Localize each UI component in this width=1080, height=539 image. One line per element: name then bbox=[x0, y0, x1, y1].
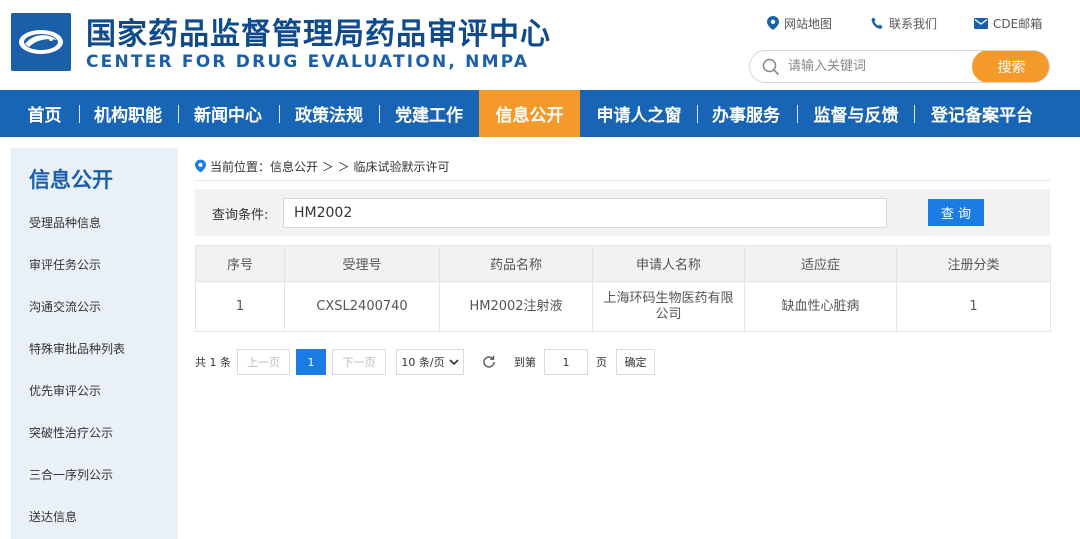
sidebar-item-accepted-varieties[interactable]: 受理品种信息 bbox=[29, 214, 101, 231]
main-nav: 首页 机构职能 新闻中心 政策法规 党建工作 信息公开 申请人之窗 办事服务 监… bbox=[0, 90, 1080, 137]
results-table: 序号 受理号 药品名称 申请人名称 适应症 注册分类 1 CXSL2400740… bbox=[195, 245, 1051, 332]
goto-confirm-button[interactable]: 确定 bbox=[616, 349, 655, 375]
nav-divider bbox=[797, 105, 798, 123]
query-input[interactable] bbox=[283, 198, 887, 228]
sidebar-item-priority-review[interactable]: 优先审评公示 bbox=[29, 382, 101, 399]
nav-item-policy[interactable]: 政策法规 bbox=[289, 90, 369, 137]
pager-next-button[interactable]: 下一页 bbox=[332, 349, 386, 375]
cell-registration-class: 1 bbox=[896, 281, 1051, 332]
sidebar-item-communication[interactable]: 沟通交流公示 bbox=[29, 298, 101, 315]
sitemap-link[interactable]: 网站地图 bbox=[767, 14, 832, 32]
site-header: 国家药品监督管理局药品审评中心 CENTER FOR DRUG EVALUATI… bbox=[0, 0, 1080, 88]
search-button[interactable]: 搜索 bbox=[972, 51, 1049, 82]
query-button[interactable]: 查 询 bbox=[928, 199, 984, 226]
cell-applicant: 上海环码生物医药有限公司 bbox=[592, 281, 745, 332]
col-header-indication: 适应症 bbox=[744, 245, 897, 282]
sidebar-item-three-in-one[interactable]: 三合一序列公示 bbox=[29, 466, 113, 483]
col-header-registration-class: 注册分类 bbox=[896, 245, 1051, 282]
mail-link[interactable]: CDE邮箱 bbox=[974, 14, 1042, 32]
refresh-icon[interactable] bbox=[480, 349, 498, 375]
col-header-acceptance-no: 受理号 bbox=[284, 245, 440, 282]
nav-item-applicant[interactable]: 申请人之窗 bbox=[590, 90, 688, 137]
sidebar-item-delivery[interactable]: 送达信息 bbox=[29, 508, 77, 525]
cell-drug-name: HM2002注射液 bbox=[439, 281, 593, 332]
nav-item-news[interactable]: 新闻中心 bbox=[188, 90, 268, 137]
search-input[interactable] bbox=[788, 51, 968, 82]
nav-divider bbox=[178, 105, 179, 123]
nav-item-info-disclosure[interactable]: 信息公开 bbox=[479, 90, 580, 137]
table-row: 1 CXSL2400740 HM2002注射液 上海环码生物医药有限公司 缺血性… bbox=[195, 281, 1051, 332]
nav-divider bbox=[379, 105, 380, 123]
breadcrumb-text: 当前位置：信息公开 ＞ ＞ 临床试验默示许可 bbox=[210, 159, 450, 174]
location-pin-icon bbox=[767, 16, 779, 30]
query-bar: 查询条件: 查 询 bbox=[195, 189, 1050, 236]
sidebar: 信息公开 受理品种信息 审评任务公示 沟通交流公示 特殊审批品种列表 优先审评公… bbox=[11, 148, 178, 539]
nav-divider bbox=[914, 105, 915, 123]
goto-label: 到第 bbox=[514, 356, 536, 369]
nav-divider bbox=[279, 105, 280, 123]
contact-link[interactable]: 联系我们 bbox=[871, 14, 937, 32]
sidebar-item-review-tasks[interactable]: 审评任务公示 bbox=[29, 256, 101, 273]
nav-divider bbox=[697, 105, 698, 123]
search-icon bbox=[762, 58, 780, 76]
phone-icon bbox=[871, 17, 883, 29]
cell-indication: 缺血性心脏病 bbox=[744, 281, 897, 332]
page-unit-label: 页 bbox=[596, 356, 607, 369]
col-header-index: 序号 bbox=[195, 245, 285, 282]
contact-label: 联系我们 bbox=[889, 16, 938, 31]
col-header-drug-name: 药品名称 bbox=[439, 245, 593, 282]
chevron-down-icon bbox=[449, 359, 459, 366]
site-title-en: CENTER FOR DRUG EVALUATION, NMPA bbox=[86, 52, 530, 72]
goto-page-input[interactable]: 1 bbox=[544, 349, 588, 375]
nav-item-party[interactable]: 党建工作 bbox=[389, 90, 469, 137]
mail-label: CDE邮箱 bbox=[993, 16, 1043, 31]
nav-item-home[interactable]: 首页 bbox=[18, 90, 71, 137]
cde-logo[interactable] bbox=[11, 13, 71, 71]
site-title-cn: 国家药品监督管理局药品审评中心 bbox=[86, 17, 551, 52]
nav-item-functions[interactable]: 机构职能 bbox=[88, 90, 168, 137]
divider bbox=[195, 180, 1050, 181]
sitemap-label: 网站地图 bbox=[784, 16, 833, 31]
pager-page-1[interactable]: 1 bbox=[296, 349, 326, 375]
nav-item-supervision[interactable]: 监督与反馈 bbox=[807, 90, 905, 137]
cell-index: 1 bbox=[195, 281, 285, 332]
location-pin-icon bbox=[195, 159, 206, 173]
sidebar-item-special-approval[interactable]: 特殊审批品种列表 bbox=[29, 340, 125, 357]
nav-divider bbox=[79, 105, 80, 123]
page-size-select[interactable]: 10 条/页 bbox=[396, 349, 464, 375]
pager-total: 共 1 条 bbox=[195, 356, 231, 369]
col-header-applicant: 申请人名称 bbox=[592, 245, 745, 282]
sidebar-title: 信息公开 bbox=[29, 168, 113, 192]
query-label: 查询条件: bbox=[212, 208, 269, 223]
breadcrumb: 当前位置：信息公开 ＞ ＞ 临床试验默示许可 bbox=[195, 157, 449, 175]
cell-acceptance-no: CXSL2400740 bbox=[284, 281, 440, 332]
pager-prev-button[interactable]: 上一页 bbox=[237, 349, 290, 375]
mail-icon bbox=[974, 17, 988, 29]
sidebar-item-breakthrough[interactable]: 突破性治疗公示 bbox=[29, 424, 113, 441]
search-box: 搜索 bbox=[749, 50, 1050, 83]
page-size-value: 10 条/页 bbox=[401, 356, 445, 369]
nav-item-registration[interactable]: 登记备案平台 bbox=[924, 90, 1040, 137]
nav-item-services[interactable]: 办事服务 bbox=[706, 90, 786, 137]
table-header-row: 序号 受理号 药品名称 申请人名称 适应症 注册分类 bbox=[195, 245, 1051, 282]
